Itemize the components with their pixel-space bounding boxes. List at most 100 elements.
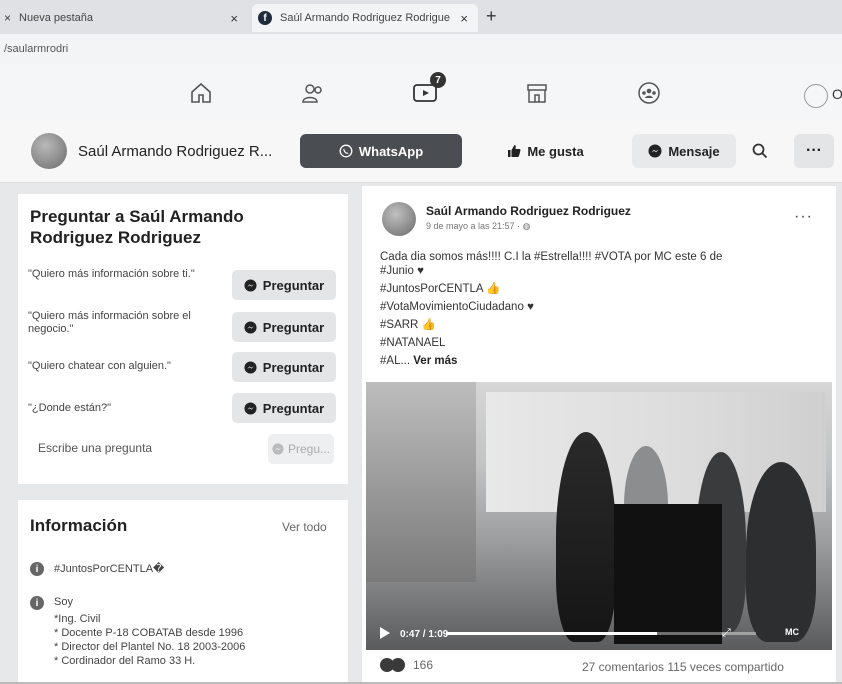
- thumbs-up-emoji-icon: 👍: [421, 319, 436, 331]
- close-tab-button[interactable]: ×: [230, 11, 238, 26]
- profile-name[interactable]: O: [832, 86, 842, 102]
- post-card: Saúl Armando Rodriguez Rodriguez 9 de ma…: [362, 186, 836, 684]
- submit-question-button[interactable]: Pregu...: [268, 434, 334, 464]
- question-text: "¿Donde están?": [28, 402, 112, 414]
- hashtag-link[interactable]: #JuntosPorCENTLA: [380, 283, 483, 295]
- messenger-icon: [244, 278, 257, 292]
- see-all-link[interactable]: Ver todo: [282, 520, 327, 534]
- browser-tabbar: × Nueva pestaña × f Saúl Armando Rodrigu…: [0, 0, 842, 34]
- tab-facebook[interactable]: f Saúl Armando Rodriguez Rodriguez ×: [252, 4, 478, 32]
- play-icon[interactable]: [380, 627, 390, 639]
- address-bar[interactable]: /saularmrodri: [0, 34, 842, 64]
- post-line: #JuntosPorCENTLA 👍: [380, 282, 820, 296]
- tab-close-icon[interactable]: ×: [4, 11, 11, 25]
- channel-logo: MC: [764, 620, 820, 644]
- see-more-link[interactable]: Ver más: [413, 355, 457, 367]
- post-options-button[interactable]: ···: [794, 208, 813, 226]
- marketplace-icon[interactable]: [522, 78, 552, 108]
- question-text: "Quiero chatear con alguien.": [28, 360, 171, 372]
- question-input[interactable]: Escribe una pregunta: [28, 434, 238, 462]
- more-dots-icon: ···: [806, 142, 822, 159]
- hashtag-link[interactable]: #NATANAEL: [380, 337, 445, 349]
- tab-new-tab[interactable]: × Nueva pestaña ×: [0, 4, 248, 32]
- hashtag-link[interactable]: #VotaMovimientoCiudadano: [380, 301, 524, 313]
- heart-emoji-icon: ♥: [527, 301, 534, 313]
- info-row-text: Soy: [54, 596, 73, 608]
- thumbs-up-icon: [508, 145, 521, 157]
- messenger-icon: [244, 320, 257, 334]
- ask-button-label: Preguntar: [262, 400, 325, 416]
- ask-button[interactable]: Preguntar: [232, 352, 336, 382]
- info-detail: * Cordinador del Ramo 33 H.: [54, 655, 196, 667]
- video-scene: [556, 432, 616, 642]
- url-text[interactable]: /saularmrodri: [4, 43, 68, 55]
- info-detail: * Docente P-18 COBATAB desde 1996: [54, 627, 244, 639]
- facebook-topnav: 7 O: [0, 64, 842, 120]
- page-name[interactable]: Saúl Armando Rodriguez R...: [78, 143, 272, 160]
- submit-question-label: Pregu...: [287, 442, 331, 456]
- question-text: "Quiero más información sobre ti.": [28, 268, 195, 280]
- facebook-icon: f: [258, 11, 272, 25]
- ask-button-label: Preguntar: [262, 277, 325, 293]
- groups-icon[interactable]: [634, 78, 664, 108]
- notification-badge: 7: [430, 72, 446, 88]
- post-line: #AL... Ver más: [380, 354, 820, 368]
- info-detail: *Ing. Civil: [54, 613, 101, 625]
- hashtag-link[interactable]: #AL...: [380, 355, 410, 367]
- post-line: #Junio ♥: [380, 264, 820, 278]
- home-icon[interactable]: [186, 78, 216, 108]
- post-author[interactable]: Saúl Armando Rodriguez Rodriguez: [426, 204, 631, 218]
- video-scene: [366, 382, 476, 582]
- hashtag-link[interactable]: #Junio: [380, 265, 414, 277]
- ask-title: Preguntar a Saúl Armando Rodriguez Rodri…: [30, 207, 244, 247]
- new-tab-button[interactable]: +: [486, 6, 497, 27]
- post-video[interactable]: 0:47 / 1:09 ⤢ MC: [366, 382, 832, 650]
- post-author-avatar[interactable]: [382, 202, 416, 236]
- ask-button[interactable]: Preguntar: [232, 312, 336, 342]
- post-line: #SARR 👍: [380, 318, 820, 332]
- ask-button[interactable]: Preguntar: [232, 270, 336, 300]
- tab-label: Nueva pestaña: [19, 12, 94, 24]
- post-stats[interactable]: 27 comentarios 115 veces compartido: [582, 660, 784, 674]
- video-time: 0:47 / 1:09: [400, 629, 449, 640]
- fullscreen-icon[interactable]: ⤢: [722, 627, 731, 640]
- ask-button-label: Preguntar: [262, 319, 325, 335]
- video-progress-fill: [446, 632, 657, 635]
- heart-emoji-icon: ♥: [417, 265, 424, 277]
- info-card: Información Ver todo i #JuntosPorCENTLA�…: [18, 500, 348, 684]
- whatsapp-label: WhatsApp: [358, 143, 424, 159]
- messenger-icon: [244, 401, 257, 415]
- ask-questions-card: Preguntar a Saúl Armando Rodriguez Rodri…: [18, 194, 348, 484]
- ask-button[interactable]: Preguntar: [232, 393, 336, 423]
- post-timestamp[interactable]: 9 de mayo a las 21:57 · ◍: [426, 221, 530, 232]
- more-options-button[interactable]: ···: [794, 134, 834, 168]
- video-controls: 0:47 / 1:09 ⤢ MC: [366, 616, 832, 650]
- search-button[interactable]: [742, 134, 778, 168]
- messenger-icon: [648, 144, 662, 158]
- close-tab-button[interactable]: ×: [460, 11, 468, 26]
- question-text: "Quiero más información sobre el negocio…: [28, 310, 191, 335]
- post-line: #VotaMovimientoCiudadano ♥: [380, 300, 820, 314]
- page-avatar[interactable]: [31, 133, 67, 169]
- info-icon: i: [30, 562, 44, 576]
- like-label: Me gusta: [527, 143, 584, 159]
- info-row: i #JuntosPorCENTLA�: [30, 562, 164, 576]
- whatsapp-icon: [339, 144, 353, 158]
- search-icon: [752, 143, 768, 159]
- video-scene: [746, 462, 816, 642]
- reactions-summary[interactable]: 166: [380, 658, 433, 672]
- hashtag-link[interactable]: #SARR: [380, 319, 418, 331]
- logo-text: MC: [785, 627, 799, 637]
- whatsapp-button[interactable]: WhatsApp: [300, 134, 462, 168]
- messenger-icon: [272, 443, 284, 455]
- messenger-icon: [244, 360, 257, 374]
- profile-avatar[interactable]: [804, 84, 828, 108]
- video-progress[interactable]: [446, 632, 756, 635]
- like-button[interactable]: Me gusta: [467, 134, 624, 168]
- friends-icon[interactable]: [298, 78, 328, 108]
- ask-button-label: Preguntar: [262, 359, 325, 375]
- watch-icon[interactable]: 7: [410, 72, 446, 108]
- post-line: Cada dia somos más!!!! C.I la #Estrella!…: [380, 251, 723, 263]
- post-time-text: 9 de mayo a las 21:57 ·: [426, 221, 523, 231]
- message-button[interactable]: Mensaje: [632, 134, 736, 168]
